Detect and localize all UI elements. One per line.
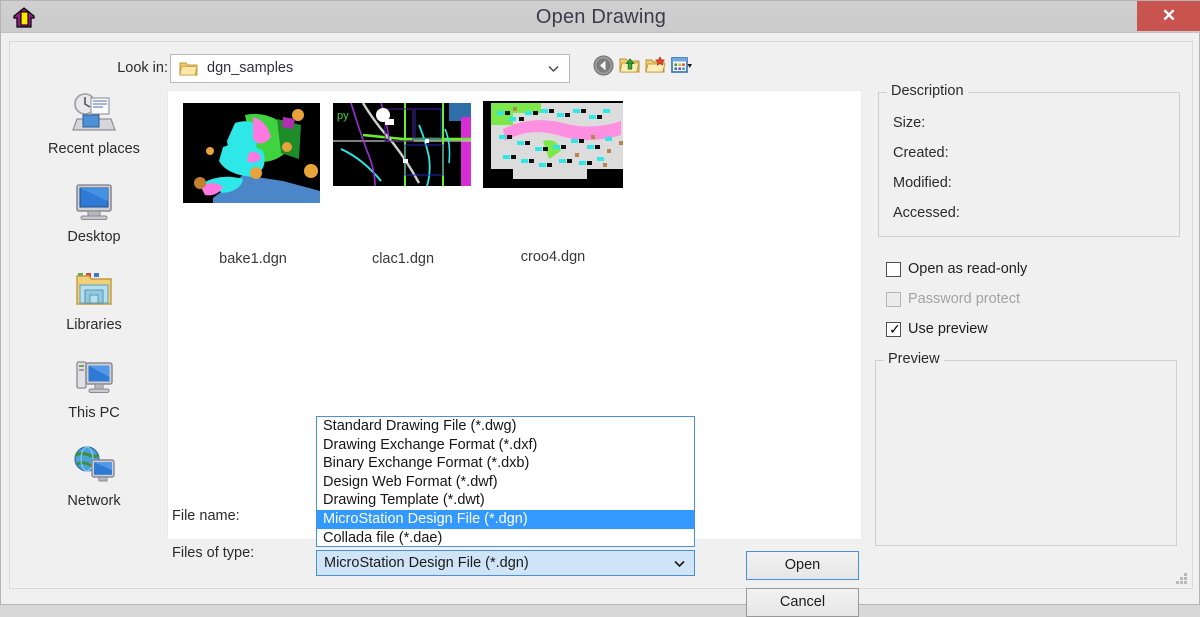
checkbox-label: Password protect xyxy=(908,291,1020,307)
create-new-folder-button[interactable] xyxy=(645,55,671,81)
dropdown-option[interactable]: Design Web Format (*.dwf) xyxy=(317,473,694,492)
open-button[interactable]: Open xyxy=(746,551,859,580)
checkbox-box: ✓ xyxy=(886,322,901,337)
title-bar: Open Drawing ✕ xyxy=(1,1,1200,33)
checkbox-label: Use preview xyxy=(908,321,988,337)
sidebar-item-desktop[interactable]: Desktop xyxy=(24,178,164,262)
back-arrow-icon xyxy=(593,63,614,80)
dropdown-option[interactable]: Collada file (*.dae) xyxy=(317,529,694,548)
preview-groupbox: Preview xyxy=(875,360,1177,546)
dialog-body: Look in: dgn_samples xyxy=(9,41,1193,589)
description-groupbox: Description Size: Created: Modified: Acc… xyxy=(878,92,1180,237)
sidebar-item-label: Libraries xyxy=(24,317,164,333)
up-one-level-button[interactable] xyxy=(619,55,645,81)
dropdown-option[interactable]: Drawing Template (*.dwt) xyxy=(317,491,694,510)
sidebar-item-label: Desktop xyxy=(24,229,164,245)
look-in-combobox[interactable]: dgn_samples xyxy=(170,54,570,83)
file-name-label: File name: xyxy=(172,508,240,524)
look-in-value: dgn_samples xyxy=(207,55,293,82)
sidebar-item-libraries[interactable]: Libraries xyxy=(24,266,164,350)
up-folder-icon xyxy=(619,63,640,80)
checkbox-box xyxy=(886,262,901,277)
chevron-down-icon xyxy=(673,557,686,570)
list-item-label: croo4.dgn xyxy=(483,249,623,265)
map-thumbnail-bake1 xyxy=(183,103,320,203)
places-sidebar: Recent places Desktop xyxy=(24,90,164,540)
sidebar-item-this-pc[interactable]: This PC xyxy=(24,354,164,438)
description-accessed-label: Accessed: xyxy=(893,205,960,221)
dropdown-option[interactable]: Binary Exchange Format (*.dxb) xyxy=(317,454,694,473)
resize-grip-icon[interactable] xyxy=(1175,572,1188,585)
dropdown-option[interactable]: Standard Drawing File (*.dwg) xyxy=(317,417,694,436)
check-mark-icon: ✓ xyxy=(889,321,901,337)
back-button[interactable] xyxy=(593,55,619,81)
close-button[interactable]: ✕ xyxy=(1137,1,1200,31)
description-created-label: Created: xyxy=(893,145,949,161)
libraries-folder-icon xyxy=(69,266,119,314)
sidebar-item-network[interactable]: Network xyxy=(24,442,164,526)
sidebar-item-label: Network xyxy=(24,493,164,509)
folder-icon xyxy=(179,60,198,77)
map-thumbnail-clac1: py xyxy=(333,103,471,186)
map-thumbnail-croo4 xyxy=(483,101,623,188)
look-in-label: Look in: xyxy=(98,60,168,76)
description-title: Description xyxy=(887,83,968,99)
svg-text:py: py xyxy=(337,110,349,122)
sidebar-item-label: Recent places xyxy=(24,141,164,157)
list-item[interactable]: croo4.dgn xyxy=(483,101,623,276)
list-item[interactable]: py clac1.dgn xyxy=(333,103,473,278)
dropdown-option[interactable]: Drawing Exchange Format (*.dxf) xyxy=(317,436,694,455)
dropdown-option-selected[interactable]: MicroStation Design File (*.dgn) xyxy=(317,510,694,529)
new-folder-icon xyxy=(645,63,666,80)
checkbox-box xyxy=(886,292,901,307)
description-modified-label: Modified: xyxy=(893,175,952,191)
list-item-label: clac1.dgn xyxy=(333,251,473,267)
views-grid-icon xyxy=(671,63,692,80)
files-of-type-combobox[interactable]: MicroStation Design File (*.dgn) xyxy=(316,550,695,576)
files-of-type-value: MicroStation Design File (*.dgn) xyxy=(324,551,529,575)
files-of-type-dropdown-list[interactable]: Standard Drawing File (*.dwg) Drawing Ex… xyxy=(316,416,695,547)
network-globe-icon xyxy=(69,442,119,490)
preview-title: Preview xyxy=(884,351,944,367)
sidebar-item-label: This PC xyxy=(24,405,164,421)
this-pc-icon xyxy=(69,354,119,402)
recent-places-icon xyxy=(69,90,119,138)
sidebar-item-recent-places[interactable]: Recent places xyxy=(24,90,164,174)
checkbox-label: Open as read-only xyxy=(908,261,1027,277)
open-drawing-dialog: Open Drawing ✕ Look in: dgn_samples xyxy=(0,0,1200,605)
views-button[interactable] xyxy=(671,55,697,81)
description-size-label: Size: xyxy=(893,115,925,131)
page-title: Open Drawing xyxy=(1,1,1200,33)
chevron-down-icon xyxy=(547,62,560,75)
files-of-type-label: Files of type: xyxy=(172,545,254,561)
list-item-label: bake1.dgn xyxy=(183,251,323,267)
cancel-button[interactable]: Cancel xyxy=(746,588,859,617)
list-item[interactable]: bake1.dgn xyxy=(183,103,323,278)
desktop-monitor-icon xyxy=(69,178,119,226)
